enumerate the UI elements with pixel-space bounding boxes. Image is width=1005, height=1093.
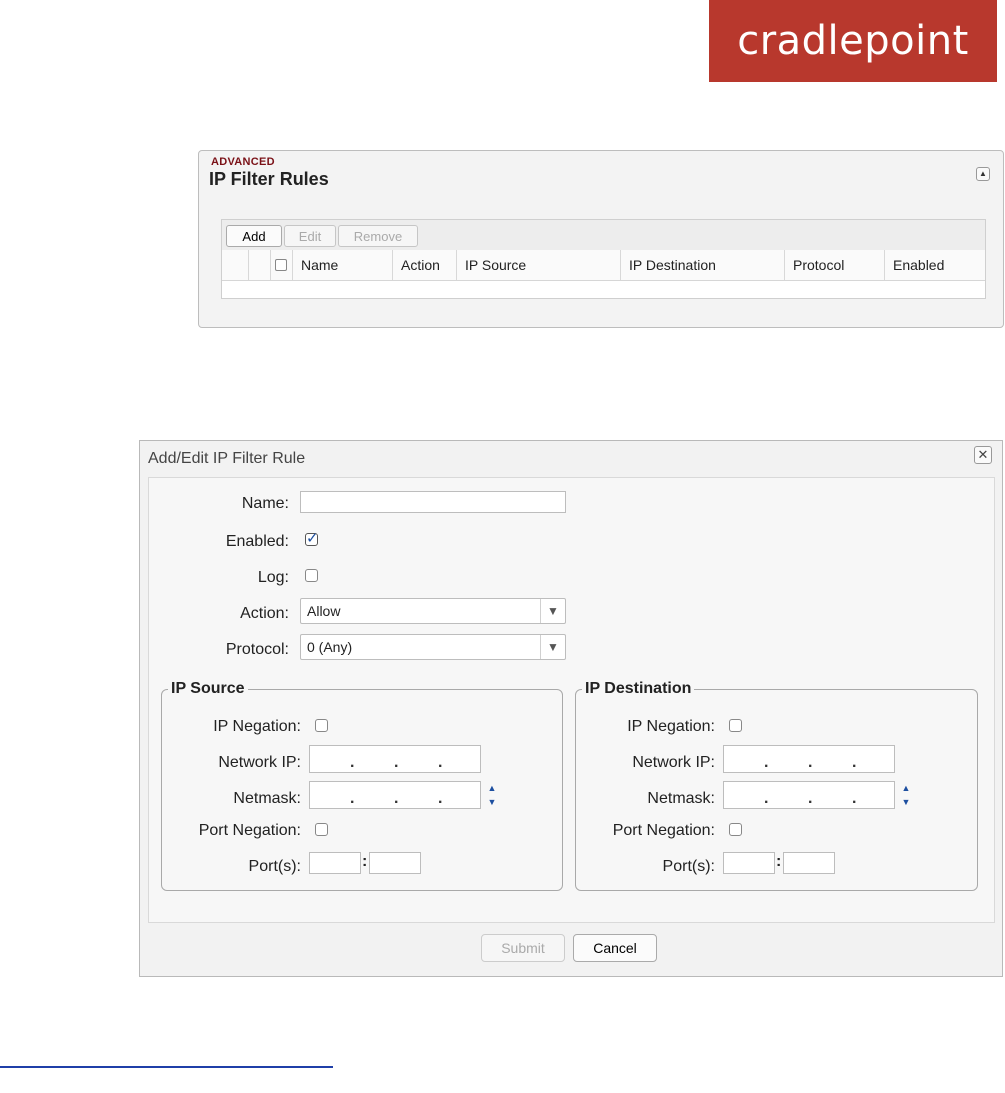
cancel-button[interactable]: Cancel [573,934,657,962]
dialog-footer: Submit Cancel [140,929,1002,977]
protocol-select-value: 0 (Any) [307,639,353,655]
chevron-up-icon[interactable]: ▲ [896,781,916,795]
ip-dot: . [350,754,355,771]
chevron-down-icon[interactable]: ▼ [482,795,502,809]
cradlepoint-logo: cradlepoint [709,0,997,82]
panel-section-label: ADVANCED [211,156,275,168]
destination-network-ip-label: Network IP: [632,754,715,771]
protocol-label: Protocol: [225,641,289,658]
source-port-negation-label: Port Negation: [198,822,301,839]
destination-port-end-input[interactable] [783,852,835,874]
ip-filter-rules-panel: ADVANCED IP Filter Rules ▲ Add Edit Remo… [198,150,1004,328]
destination-port-negation-checkbox[interactable] [729,823,742,836]
ip-dot: . [852,754,857,771]
ip-dot: . [394,754,399,771]
enabled-label: Enabled: [225,533,289,550]
column-header-enabled[interactable]: Enabled [884,250,985,280]
submit-button[interactable]: Submit [481,934,565,962]
destination-ports-label: Port(s): [662,858,715,875]
destination-netmask-stepper[interactable]: ▲ ▼ [896,781,916,809]
chevron-down-icon[interactable]: ▼ [896,795,916,809]
destination-port-negation-label: Port Negation: [612,822,715,839]
port-separator: : [776,853,782,870]
column-header-ip-destination[interactable]: IP Destination [620,250,784,280]
remove-rule-button[interactable]: Remove [338,225,418,247]
rules-grid: Add Edit Remove Name Action IP Source IP… [221,219,986,299]
log-label: Log: [257,569,289,586]
destination-ip-negation-label: IP Negation: [627,718,715,735]
action-select[interactable]: Allow ▼ [300,598,566,624]
protocol-select[interactable]: 0 (Any) ▼ [300,634,566,660]
dialog-body: Name: Enabled: Log: Action: Allow ▼ Prot… [148,477,995,923]
chevron-down-icon: ▼ [540,635,565,659]
rules-toolbar: Add Edit Remove [222,220,985,251]
close-dialog-button[interactable]: ✕ [974,446,992,464]
edit-rule-button[interactable]: Edit [284,225,336,247]
destination-network-ip-input[interactable]: . . . [723,745,895,773]
source-port-start-input[interactable] [309,852,361,874]
footer-link-underline[interactable] [0,1066,333,1068]
ip-dot: . [808,754,813,771]
dialog-title: Add/Edit IP Filter Rule [148,450,306,467]
destination-netmask-input[interactable]: . . . [723,781,895,809]
ip-dot: . [808,790,813,807]
source-network-ip-label: Network IP: [218,754,301,771]
select-all-checkbox[interactable] [275,259,287,271]
destination-port-start-input[interactable] [723,852,775,874]
action-label: Action: [240,605,289,622]
column-header-name[interactable]: Name [292,250,392,280]
source-ip-negation-label: IP Negation: [213,718,301,735]
collapse-panel-button[interactable]: ▲ [976,167,990,181]
ip-dot: . [852,790,857,807]
spacer-column [248,250,270,280]
source-ip-negation-checkbox[interactable] [315,719,328,732]
chevron-up-icon[interactable]: ▲ [482,781,502,795]
source-port-end-input[interactable] [369,852,421,874]
log-checkbox[interactable] [305,569,318,582]
name-label: Name: [241,495,289,512]
source-netmask-input[interactable]: . . . [309,781,481,809]
column-header-protocol[interactable]: Protocol [784,250,884,280]
panel-title: IP Filter Rules [209,169,329,189]
port-separator: : [362,853,368,870]
ip-source-legend: IP Source [171,680,245,697]
triangle-up-icon: ▲ [979,169,987,178]
destination-netmask-label: Netmask: [647,790,715,807]
ip-destination-legend: IP Destination [585,680,692,697]
action-select-value: Allow [307,603,341,619]
source-network-ip-input[interactable]: . . . [309,745,481,773]
row-handle-column [222,250,248,280]
source-ports-label: Port(s): [248,858,301,875]
ip-dot: . [350,790,355,807]
close-icon: ✕ [977,447,989,462]
name-input[interactable] [300,491,566,513]
add-rule-button[interactable]: Add [226,225,282,247]
source-netmask-stepper[interactable]: ▲ ▼ [482,781,502,809]
source-netmask-label: Netmask: [233,790,301,807]
destination-ip-negation-checkbox[interactable] [729,719,742,732]
rules-grid-header: Name Action IP Source IP Destination Pro… [222,250,985,281]
enabled-checkbox[interactable] [305,529,319,547]
column-header-ip-source[interactable]: IP Source [456,250,620,280]
ip-dot: . [394,790,399,807]
add-edit-ip-filter-dialog: Add/Edit IP Filter Rule ✕ Name: Enabled:… [139,440,1003,977]
chevron-down-icon: ▼ [540,599,565,623]
ip-dot: . [764,754,769,771]
ip-dot: . [764,790,769,807]
ip-dot: . [438,754,443,771]
source-port-negation-checkbox[interactable] [315,823,328,836]
ip-dot: . [438,790,443,807]
column-header-action[interactable]: Action [392,250,456,280]
select-all-cell [270,250,292,280]
